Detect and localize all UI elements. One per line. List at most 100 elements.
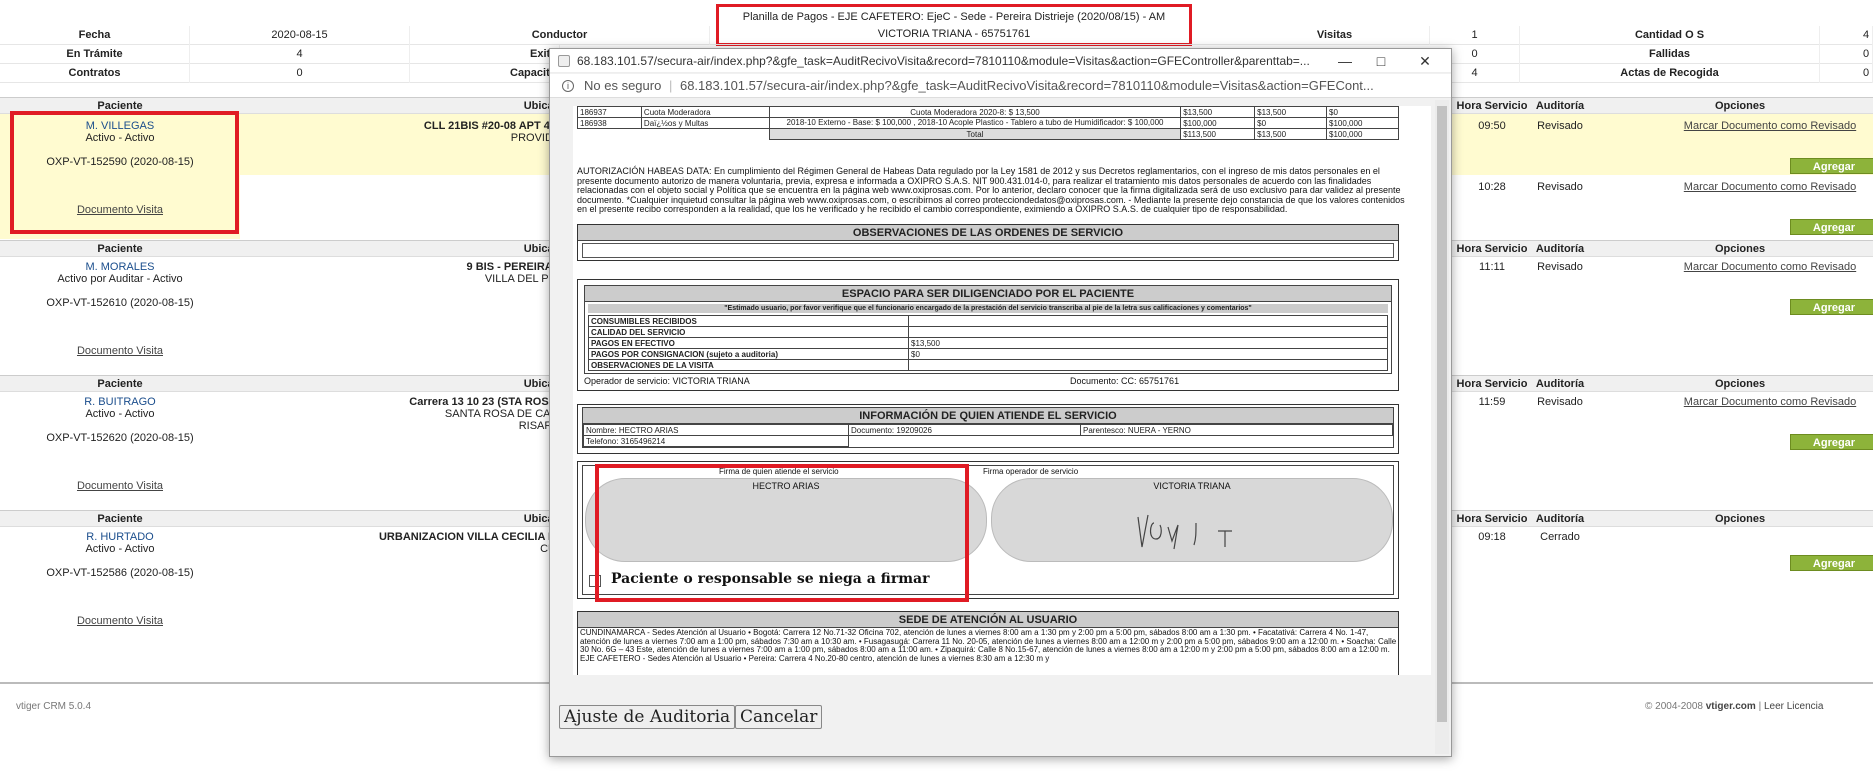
actas-value: 0 (1860, 64, 1873, 83)
patient-name: M. MORALES (85, 261, 155, 273)
billing-cell: Daï¿½os y Multas (640, 117, 770, 129)
close-icon[interactable]: ✕ (1410, 51, 1440, 71)
survey-row: CALIDAD DEL SERVICIO (588, 326, 1388, 338)
hora-servicio: 11:11 (1479, 261, 1505, 273)
patient-info: R. BUITRAGO Activo - Activo OXP-VT-15262… (0, 396, 240, 492)
col-opciones: Opciones (1714, 243, 1766, 255)
sede-text: CUNDINAMARCA - Sedes Atención al Usuario… (580, 628, 1397, 663)
col-hora: Hora Servicio (1456, 243, 1528, 255)
info-icon[interactable]: i (562, 80, 574, 92)
agregar-novedad-button[interactable]: Agregar Novedad (1790, 219, 1873, 250)
survey-row: CONSUMIBLES RECIBIDOS (588, 315, 1388, 327)
cantidad-os-label: Cantidad O S (1520, 26, 1820, 45)
documento-visita-link[interactable]: Documento Visita (0, 480, 240, 492)
survey-row: PAGOS EN EFECTIVO $13,500 (588, 337, 1388, 349)
actas-label: Actas de Recogida (1520, 64, 1820, 83)
info-title: INFORMACIÓN DE QUIEN ATIENDE EL SERVICIO (583, 408, 1393, 424)
col-auditoria: Auditoría (1535, 243, 1585, 255)
patient-status: Activo - Activo (85, 543, 155, 555)
not-secure-label: No es seguro (584, 78, 662, 93)
agregar-novedad-button[interactable]: Agregar Novedad (1790, 299, 1873, 330)
agregar-novedad-button[interactable]: Agregar Novedad (1790, 555, 1873, 586)
patient-status: Activo - Activo (85, 408, 155, 420)
patient-info: R. HURTADO Activo - Activo OXP-VT-152586… (0, 531, 240, 627)
info-empty (1081, 436, 1393, 447)
observaciones-box (582, 243, 1394, 258)
cancelar-button[interactable]: Cancelar (735, 705, 823, 729)
maximize-icon[interactable]: □ (1366, 51, 1396, 71)
survey-value (908, 326, 1388, 338)
visitas-label: Visitas (1240, 26, 1430, 45)
fallidas-value: 0 (1860, 45, 1873, 64)
marcar-revisado-link[interactable]: Marcar Documento como Revisado (1680, 396, 1860, 408)
billing-cell: Cuota Moderadora 2020-8: $ 13,500 (768, 106, 1182, 118)
survey-key: CONSUMIBLES RECIBIDOS (588, 315, 909, 327)
patient-code: OXP-VT-152586 (2020-08-15) (46, 567, 194, 579)
col-paciente: Paciente (97, 243, 143, 255)
page: Planilla de Pagos - EJE CAFETERO: EjeC -… (0, 0, 1873, 782)
firma2-pad[interactable]: VICTORIA TRIANA (991, 478, 1393, 562)
capacit-label: Capacit (510, 64, 550, 83)
footer-version: vtiger CRM 5.0.4 (16, 701, 92, 712)
survey-key: PAGOS POR CONSIGNACION (sujeto a auditor… (588, 348, 909, 360)
patient-code: OXP-VT-152610 (2020-08-15) (46, 297, 194, 309)
popup-titlebar: 68.183.101.57/secura-air/index.php?&gfe_… (550, 49, 1451, 73)
total-value: $100,000 (1326, 128, 1399, 140)
col-opciones: Opciones (1714, 513, 1766, 525)
marcar-revisado-link[interactable]: Marcar Documento como Revisado (1680, 120, 1860, 132)
window-scrollbar[interactable] (1435, 100, 1449, 754)
billing-cell: $0 (1254, 117, 1328, 129)
parentesco-cell: Parentesco: NUERA - YERNO (1080, 424, 1393, 436)
auditoria-status: Revisado (1537, 181, 1583, 193)
highlight-box (595, 464, 969, 602)
footer-right: © 2004-2008 vtiger.com | Leer Licencia (1645, 701, 1823, 712)
auditoria-status: Cerrado (1540, 531, 1580, 543)
fecha-label: Fecha (0, 26, 190, 45)
agregar-novedad-button[interactable]: Agregar Novedad (1790, 158, 1873, 189)
fallidas-label: Fallidas (1520, 45, 1820, 64)
telefono-cell: Telefono: 3165496214 (583, 435, 849, 447)
survey-key: OBSERVACIONES DE LA VISITA (588, 359, 909, 371)
documento-visita-link[interactable]: Documento Visita (0, 345, 240, 357)
col-hora: Hora Servicio (1456, 513, 1528, 525)
billing-cell: 186937 (577, 106, 642, 118)
documento-operador: Documento: CC: 65751761 (1070, 376, 1180, 386)
total-label: Total (768, 128, 1182, 140)
footer-separator: | (1758, 701, 1762, 712)
ajuste-auditoria-button[interactable]: Ajuste de Auditoria (559, 705, 736, 729)
billing-cell: $13,500 (1180, 106, 1256, 118)
marcar-revisado-link[interactable]: Marcar Documento como Revisado (1680, 261, 1860, 273)
billing-cell: $13,500 (1254, 106, 1328, 118)
billing-total-row: Total $113,500 $13,500 $100,000 (578, 128, 1399, 140)
survey-table: CONSUMIBLES RECIBIDOS CALIDAD DEL SERVIC… (588, 315, 1388, 371)
agregar-novedad-button[interactable]: Agregar Novedad (1790, 434, 1873, 465)
licencia-link[interactable]: Leer Licencia (1764, 701, 1823, 712)
patient-status: Activo por Auditar - Activo (57, 273, 183, 285)
col-paciente: Paciente (97, 513, 143, 525)
documento-visita-link[interactable]: Documento Visita (0, 615, 240, 627)
observaciones-title: OBSERVACIONES DE LAS ORDENES DE SERVICIO (578, 225, 1398, 241)
info-row: Telefono: 3165496214 (583, 435, 1393, 447)
survey-value (908, 315, 1388, 327)
fecha-value: 2020-08-15 (190, 26, 410, 45)
col-hora: Hora Servicio (1456, 378, 1528, 390)
total-value: $113,500 (1180, 128, 1256, 140)
billing-cell: $0 (1326, 106, 1399, 118)
popup-addressbar[interactable]: i No es seguro | 68.183.101.57/secura-ai… (550, 74, 1451, 98)
minimize-icon[interactable]: — (1330, 51, 1360, 71)
vtiger-link[interactable]: vtiger.com (1706, 701, 1756, 712)
patient-info: M. MORALES Activo por Auditar - Activo O… (0, 261, 240, 357)
marcar-revisado-link[interactable]: Marcar Documento como Revisado (1680, 181, 1860, 193)
habeas-data-text: AUTORIZACIÓN HABEAS DATA: En cumplimient… (577, 166, 1405, 214)
billing-cell (578, 129, 642, 140)
info-empty (849, 436, 1081, 447)
en-tramite-label: En Trámite (0, 45, 190, 64)
survey-key: CALIDAD DEL SERVICIO (588, 326, 909, 338)
window-scroll-thumb[interactable] (1437, 106, 1447, 722)
cantidad-os-value: 4 (1860, 26, 1873, 45)
highlight-box (10, 111, 239, 234)
nombre-cell: Nombre: HECTRO ARIAS (583, 424, 849, 436)
survey-value (908, 359, 1388, 371)
col-opciones: Opciones (1714, 378, 1766, 390)
address-separator: | (668, 78, 673, 93)
